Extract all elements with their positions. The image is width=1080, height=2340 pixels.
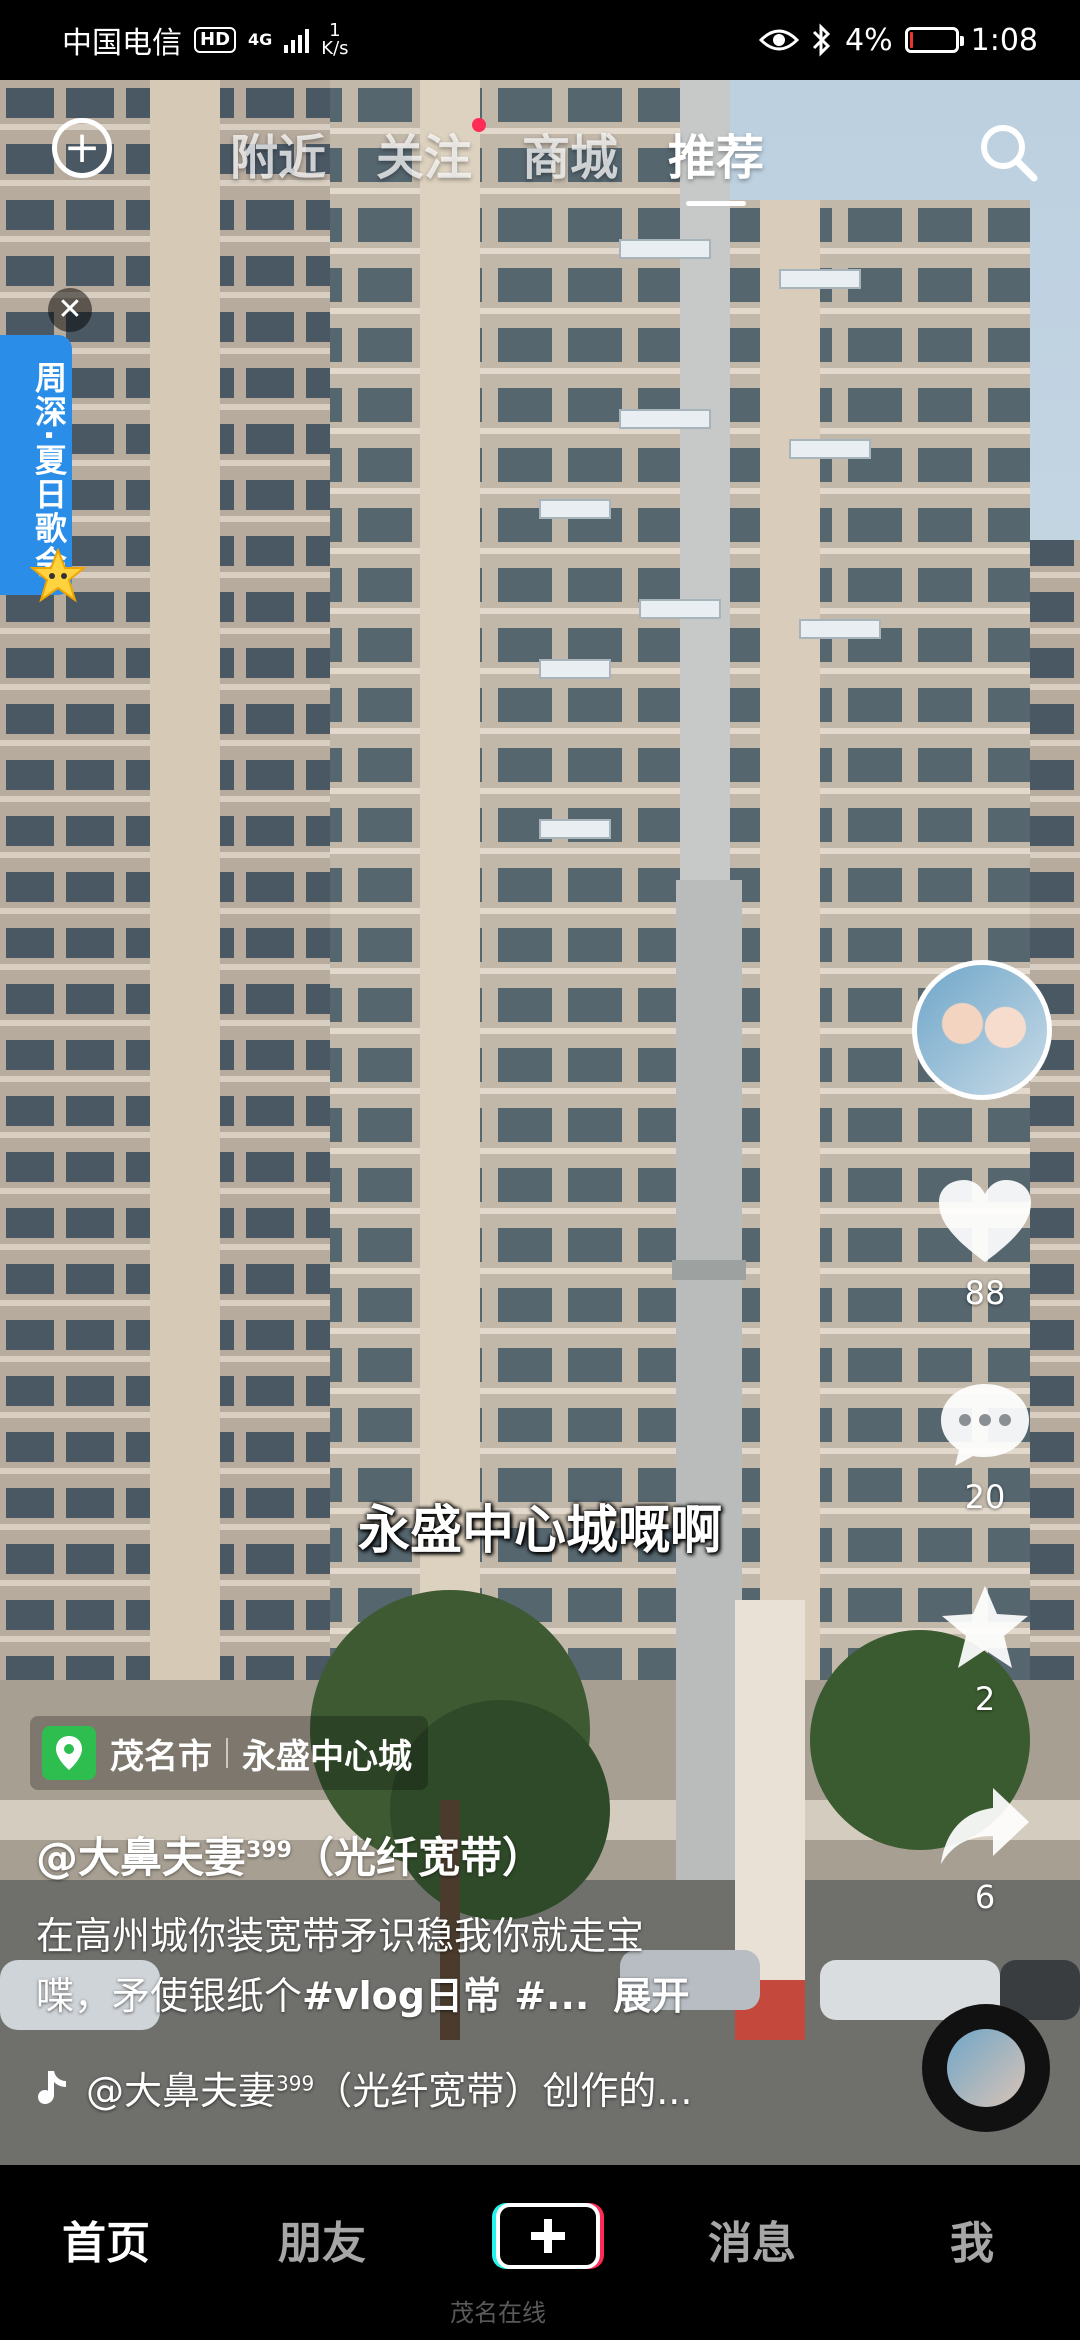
location-divider xyxy=(226,1738,228,1768)
bottom-nav: 首页 朋友 消息 我 茂名在线 xyxy=(0,2165,1080,2340)
share-button[interactable]: 6 xyxy=(930,1784,1040,1916)
search-icon[interactable] xyxy=(976,120,1040,184)
carrier-name: 中国电信 xyxy=(62,26,182,61)
network-type: 4G xyxy=(248,30,273,49)
favorite-button[interactable]: 2 xyxy=(930,1584,1040,1718)
music-disc[interactable] xyxy=(922,2004,1050,2132)
location-pin-icon xyxy=(42,1726,96,1780)
tab-mall[interactable]: 商城 xyxy=(522,118,618,188)
notification-dot xyxy=(472,118,487,132)
music-credit[interactable]: @大鼻夫妻399（光纤宽带）创作的... xyxy=(36,2060,692,2115)
creator-avatar[interactable] xyxy=(912,960,1052,1100)
network-speed-unit: K/s xyxy=(321,38,349,59)
tab-following[interactable]: 关注 xyxy=(376,118,487,188)
hashtag-link[interactable]: #vlog日常 #... xyxy=(302,1974,589,2018)
author-name[interactable]: @大鼻夫妻399（光纤宽带） xyxy=(36,1824,544,1885)
star-mascot-icon xyxy=(30,548,86,603)
video-caption: 永盛中心城嘅啊 xyxy=(357,1501,722,1561)
tab-nearby[interactable]: 附近 xyxy=(230,118,326,188)
music-sup: 399 xyxy=(276,2071,315,2096)
description-line-1: 在高州城你装宽带矛识稳我你就走宝 xyxy=(36,1914,645,1958)
location-place: 永盛中心城 xyxy=(242,1736,412,1777)
banner-close-icon[interactable]: ✕ xyxy=(48,288,92,332)
nav-friends[interactable]: 朋友 xyxy=(278,2207,366,2271)
tab-following-label: 关注 xyxy=(376,130,473,186)
heart-icon xyxy=(939,1180,1031,1262)
like-count: 88 xyxy=(964,1274,1006,1312)
watermark-logo: 茂名在线 xyxy=(450,2299,546,2327)
star-icon xyxy=(942,1586,1028,1668)
favorite-count: 2 xyxy=(974,1680,996,1718)
author-tag: （光纤宽带） xyxy=(291,1833,544,1882)
location-tag[interactable]: 茂名市 永盛中心城 xyxy=(30,1716,428,1790)
description-text: 喋，矛使银纸个 xyxy=(36,1974,303,2018)
nav-me[interactable]: 我 xyxy=(950,2207,994,2271)
create-post-button[interactable] xyxy=(492,2199,604,2273)
top-nav: + 附近 关注 商城 推荐 xyxy=(0,100,1080,200)
battery-percent: 4% xyxy=(845,22,893,58)
like-button[interactable]: 88 xyxy=(930,1178,1040,1312)
hd-badge: HD xyxy=(194,27,237,53)
status-right: 4% 1:08 xyxy=(759,23,1038,58)
music-rest: （光纤宽带）创作的... xyxy=(314,2069,693,2113)
share-arrow-icon xyxy=(941,1788,1029,1864)
battery-icon xyxy=(904,27,964,53)
author-sup: 399 xyxy=(246,1838,292,1863)
comment-icon xyxy=(941,1384,1029,1466)
nav-messages[interactable]: 消息 xyxy=(708,2207,796,2271)
feed-tabs: 附近 关注 商城 推荐 xyxy=(230,118,764,188)
music-author: @大鼻夫妻 xyxy=(86,2069,277,2113)
video-description: 在高州城你装宽带矛识稳我你就走宝 喋，矛使银纸个#vlog日常 #... 展开 xyxy=(36,1906,796,2026)
add-icon[interactable]: + xyxy=(52,118,112,178)
author-handle: @大鼻夫妻 xyxy=(36,1833,247,1882)
clock: 1:08 xyxy=(970,22,1038,58)
bluetooth-icon xyxy=(812,23,831,57)
eye-icon xyxy=(759,29,800,51)
location-city: 茂名市 xyxy=(110,1736,212,1777)
tiktok-note-icon xyxy=(38,2070,66,2104)
signal-icon xyxy=(284,27,310,53)
tab-recommended[interactable]: 推荐 xyxy=(668,118,764,188)
expand-button[interactable]: 展开 xyxy=(613,1974,689,2018)
network-speed: 1 K/s xyxy=(321,22,348,58)
music-disc-avatar xyxy=(947,2029,1025,2107)
music-text: @大鼻夫妻399（光纤宽带）创作的... xyxy=(86,2060,692,2115)
description-line-2: 喋，矛使银纸个#vlog日常 #... 展开 xyxy=(36,1966,796,2026)
share-count: 6 xyxy=(974,1878,996,1916)
nav-home[interactable]: 首页 xyxy=(62,2207,150,2271)
status-left: 中国电信 HD 4G 1 K/s xyxy=(62,18,349,62)
status-bar: 中国电信 HD 4G 1 K/s 4% 1:08 xyxy=(0,0,1080,80)
